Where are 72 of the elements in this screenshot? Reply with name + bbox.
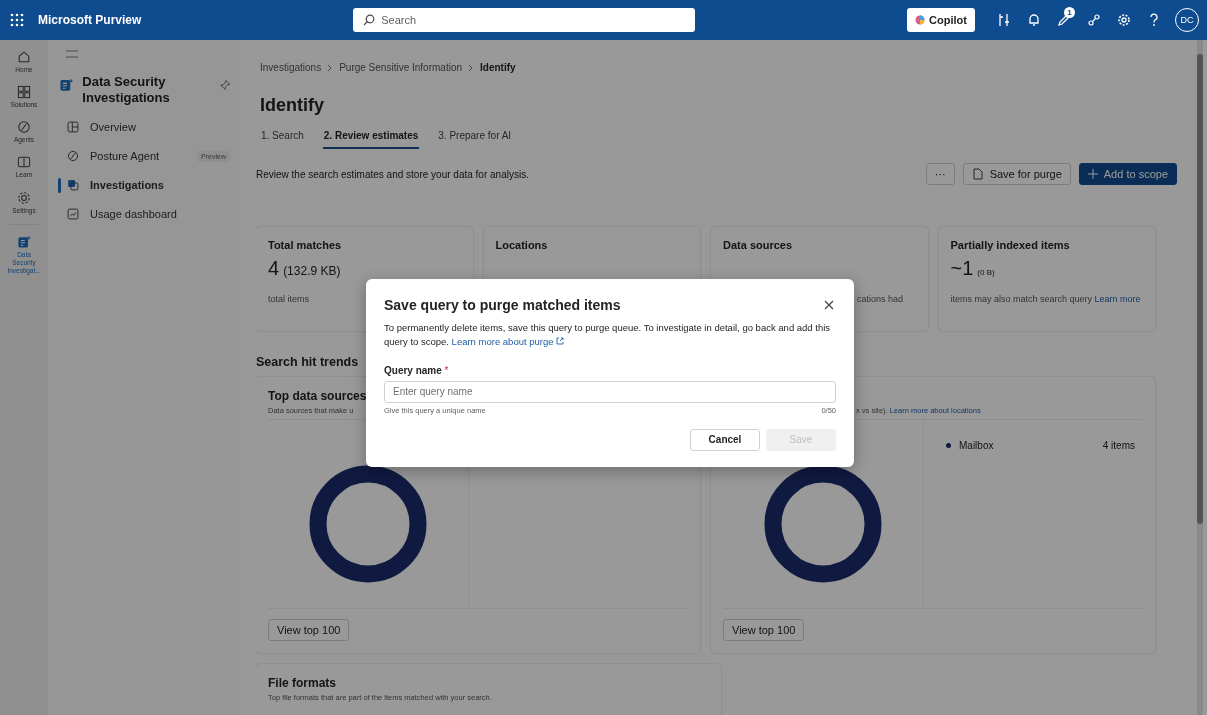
- stat-value: ~1: [950, 257, 974, 280]
- whats-new-button[interactable]: 1: [1049, 5, 1079, 35]
- legend-value: 4 items: [1102, 440, 1135, 451]
- home-icon: [16, 49, 32, 65]
- tools-icon: [997, 13, 1011, 27]
- grid-icon: [16, 84, 32, 101]
- nav-title: Data Security Investigations: [82, 74, 171, 107]
- pin-icon[interactable]: [219, 78, 230, 92]
- tab[interactable]: 3. Prepare for AI: [437, 130, 513, 149]
- chevron-icon: [327, 63, 334, 72]
- breadcrumb-current: Identify: [480, 62, 516, 73]
- view-top-button[interactable]: View top 100: [723, 619, 805, 641]
- copilot-icon: [915, 15, 926, 25]
- slashed-circle-icon: [66, 149, 80, 163]
- app-launcher-icon[interactable]: [10, 13, 24, 27]
- search-field[interactable]: Search: [353, 8, 696, 32]
- stat-title: Locations: [495, 239, 548, 251]
- legend-label: Mailbox: [959, 440, 994, 451]
- cancel-button[interactable]: Cancel: [690, 428, 760, 451]
- view-top-button[interactable]: View top 100: [268, 619, 350, 641]
- stat-note: cations had: [857, 293, 904, 306]
- close-icon: [824, 300, 834, 310]
- stacked-squares-icon: [66, 178, 80, 192]
- stat-value: 4: [268, 257, 280, 280]
- app-name: Microsoft Purview: [38, 13, 142, 27]
- nav-item[interactable]: Overview: [58, 112, 230, 142]
- scrollbar[interactable]: [1197, 40, 1203, 715]
- stat-title: Data sources: [723, 239, 793, 251]
- chevron-icon: [468, 63, 474, 72]
- external-link-icon: [556, 336, 565, 345]
- stat-note: total items: [268, 293, 309, 306]
- page-description: Review the search estimates and store your data for analysis.: [256, 168, 529, 180]
- plus-icon: [1087, 169, 1098, 179]
- learn-more-link[interactable]: Learn more: [1094, 294, 1141, 304]
- document-icon: [16, 233, 32, 250]
- layout-icon: [66, 120, 80, 134]
- gear-icon: [16, 189, 32, 206]
- more-button[interactable]: ···: [925, 163, 955, 185]
- chart-title: File formats: [268, 676, 336, 691]
- nav-item[interactable]: Investigations: [58, 170, 230, 200]
- search-icon: [363, 14, 376, 26]
- section-title: Search hit trends: [256, 355, 359, 369]
- settings-icon: [1117, 13, 1131, 27]
- save-for-purge-button[interactable]: Save for purge: [962, 163, 1071, 185]
- stat-title: Partially indexed items: [950, 239, 1070, 251]
- breadcrumb-link[interactable]: Investigations: [260, 62, 322, 73]
- stat-note: items may also match search query Learn more: [950, 293, 1141, 306]
- page-title: Identify: [260, 95, 325, 116]
- notification-badge: 1: [1064, 7, 1075, 18]
- dialog-description: To permanently delete items, save this query to purge queue. To investigate in detail, go back and add this query to scope. Learn more about purge: [384, 321, 832, 349]
- field-label: Query name *: [384, 364, 449, 376]
- dialog-title: Save query to purge matched items: [384, 297, 622, 313]
- query-name-field[interactable]: Enter query name: [384, 380, 836, 403]
- stat-unit: (132.9 KB): [283, 264, 341, 278]
- tab[interactable]: 1. Search: [260, 130, 305, 149]
- slashed-circle-icon: [16, 119, 32, 136]
- share-icon: [1087, 13, 1101, 27]
- add-to-scope-button[interactable]: Add to scope: [1078, 163, 1177, 185]
- bell-icon: [1027, 13, 1041, 27]
- stat-unit: (0 B): [977, 268, 995, 277]
- tab[interactable]: 2. Review estimates: [322, 130, 420, 149]
- document-icon: [971, 168, 984, 180]
- chart-title: Top data sources: [268, 389, 367, 404]
- stat-title: Total matches: [268, 239, 342, 251]
- legend-dot: [946, 443, 951, 448]
- nav-item[interactable]: Usage dashboard: [58, 199, 230, 229]
- breadcrumb-link[interactable]: Purge Sensitive Information: [339, 62, 462, 73]
- copilot-button[interactable]: Copilot: [907, 8, 975, 32]
- close-button[interactable]: [822, 298, 836, 312]
- learn-more-link[interactable]: Learn more about purge: [451, 335, 565, 347]
- help-icon: [1149, 13, 1159, 27]
- chart-icon: [66, 207, 80, 221]
